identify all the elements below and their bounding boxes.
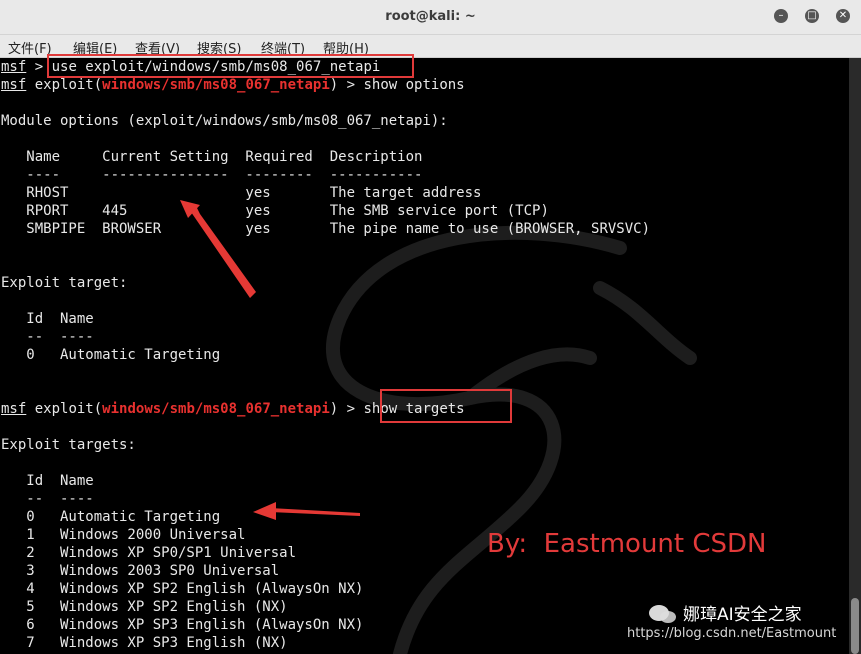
arrow-to-automatic-targeting bbox=[270, 508, 360, 516]
watermark-url: https://blog.csdn.net/Eastmount bbox=[627, 626, 837, 641]
wechat-icon bbox=[649, 605, 676, 623]
author-byline: By: Eastmount CSDN bbox=[487, 529, 767, 559]
arrowhead-left bbox=[253, 502, 276, 520]
watermark-account-name: 娜璋AI安全之家 bbox=[683, 605, 802, 625]
terminal-window: root@kali: ~ – □ ✕ 文件(F) 编辑(E) 查看(V) 搜索(… bbox=[0, 0, 861, 654]
arrow-to-current-setting bbox=[184, 203, 256, 298]
